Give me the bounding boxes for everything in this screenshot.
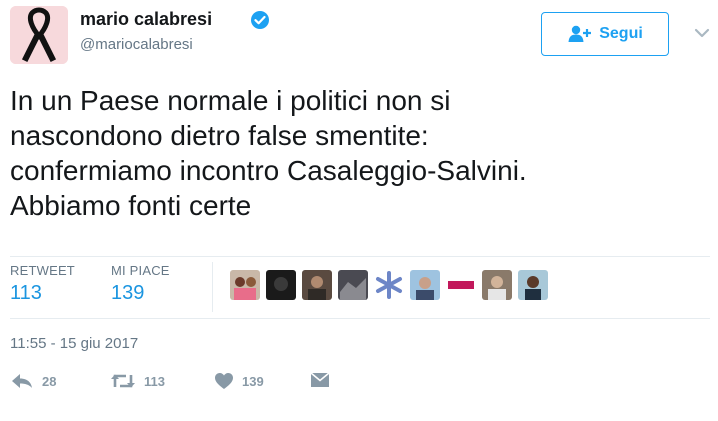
stats-separator bbox=[212, 262, 213, 312]
likes-stat[interactable]: MI PIACE 139 bbox=[111, 263, 170, 305]
retweet-button[interactable]: 113 bbox=[110, 372, 165, 390]
retweet-icon bbox=[111, 374, 135, 388]
direct-message-button[interactable] bbox=[310, 372, 330, 388]
tweet-timestamp[interactable]: 11:55 - 15 giu 2017 bbox=[10, 335, 138, 352]
tweet-text-line: nascondono dietro false smentite: bbox=[10, 120, 429, 151]
like-count: 139 bbox=[242, 373, 264, 389]
liker-avatar[interactable] bbox=[302, 270, 332, 300]
tweet-text: In un Paese normale i politici non si na… bbox=[10, 83, 710, 223]
verified-badge-icon bbox=[251, 11, 269, 29]
user-handle[interactable]: @mariocalabresi bbox=[80, 36, 193, 53]
liker-avatar[interactable] bbox=[410, 270, 440, 300]
reply-icon bbox=[12, 374, 32, 388]
profile-avatar[interactable] bbox=[10, 6, 68, 64]
retweet-count: 113 bbox=[144, 373, 165, 389]
retweet-stat-label: RETWEET bbox=[10, 263, 75, 278]
liker-avatars bbox=[230, 270, 548, 300]
envelope-icon bbox=[310, 372, 330, 387]
liker-avatar[interactable] bbox=[446, 270, 476, 300]
heart-icon bbox=[215, 373, 233, 389]
likes-stat-label: MI PIACE bbox=[111, 263, 170, 278]
chevron-down-icon[interactable] bbox=[694, 28, 710, 38]
black-ribbon-icon bbox=[10, 6, 68, 64]
follow-button[interactable]: Segui bbox=[541, 12, 669, 56]
liker-avatar[interactable] bbox=[518, 270, 548, 300]
like-button[interactable]: 139 bbox=[214, 372, 264, 390]
tweet-text-line: Abbiamo fonti certe bbox=[10, 190, 252, 221]
follow-button-label: Segui bbox=[599, 25, 643, 42]
liker-avatar[interactable] bbox=[338, 270, 368, 300]
tweet-text-line: In un Paese normale i politici non si bbox=[10, 85, 451, 116]
divider bbox=[10, 318, 710, 319]
user-display-name[interactable]: mario calabresi bbox=[80, 9, 212, 30]
reply-button[interactable]: 28 bbox=[10, 372, 56, 390]
liker-avatar[interactable] bbox=[230, 270, 260, 300]
liker-avatar[interactable] bbox=[374, 270, 404, 300]
liker-avatar[interactable] bbox=[482, 270, 512, 300]
retweet-stat-count: 113 bbox=[10, 282, 42, 304]
retweet-stat[interactable]: RETWEET 113 bbox=[10, 263, 75, 305]
divider bbox=[10, 256, 710, 257]
tweet-text-line: confermiamo incontro Casaleggio-Salvini. bbox=[10, 155, 527, 186]
add-user-icon bbox=[568, 25, 592, 42]
reply-count: 28 bbox=[42, 373, 57, 389]
likes-stat-count: 139 bbox=[111, 282, 145, 304]
liker-avatar[interactable] bbox=[266, 270, 296, 300]
